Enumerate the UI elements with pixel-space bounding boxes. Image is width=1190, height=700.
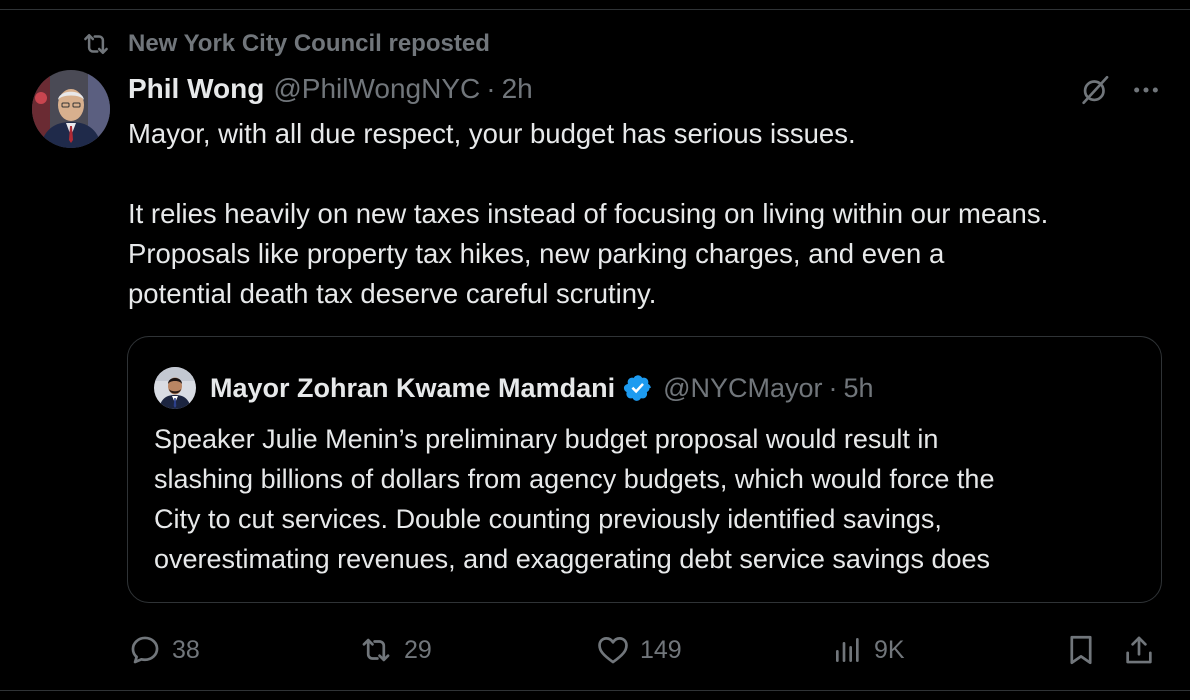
quoted-post-text: Speaker Julie Menin’s preliminary budget…: [154, 419, 1144, 579]
repost-context[interactable]: New York City Council reposted: [80, 28, 490, 60]
separator-dot: ·: [828, 372, 838, 403]
author-name[interactable]: Phil Wong: [128, 73, 264, 105]
views-icon: [832, 633, 864, 667]
reply-icon: [128, 633, 162, 667]
quoted-post-timestamp[interactable]: 5h: [844, 373, 874, 404]
top-divider: [0, 9, 1190, 10]
quoted-text-line: City to cut services. Double counting pr…: [154, 504, 942, 534]
quoted-text-line: slashing billions of dollars from agency…: [154, 464, 995, 494]
separator-dot: ·: [486, 73, 496, 104]
bookmark-button[interactable]: [1064, 628, 1098, 672]
quoted-author-name[interactable]: Mayor Zohran Kwame Mamdani: [210, 373, 615, 404]
more-icon[interactable]: [1130, 74, 1162, 106]
repost-icon: [80, 29, 112, 59]
post-text-line: Proposals like property tax hikes, new p…: [128, 238, 945, 269]
reply-button[interactable]: 38: [128, 628, 200, 672]
like-button[interactable]: 149: [596, 628, 682, 672]
repost-label: New York City Council reposted: [128, 30, 490, 57]
paragraph-break: [128, 154, 1168, 194]
like-icon: [596, 633, 630, 667]
share-button[interactable]: [1122, 628, 1156, 672]
quoted-post-card[interactable]: Mayor Zohran Kwame Mamdani @NYCMayor · 5…: [127, 336, 1162, 603]
repost-icon: [358, 633, 394, 667]
like-count: 149: [640, 635, 682, 664]
views-count: 9K: [874, 635, 905, 664]
author-avatar[interactable]: [32, 70, 110, 148]
reply-count: 38: [172, 635, 200, 664]
post-top-actions: [1078, 70, 1162, 110]
post-text-line: potential death tax deserve careful scru…: [128, 278, 657, 309]
grok-icon[interactable]: [1078, 73, 1112, 107]
views-button[interactable]: 9K: [832, 628, 905, 672]
bottom-divider: [0, 690, 1190, 691]
post-actions-bar: 38 29 149 9K: [128, 628, 1162, 672]
post-text-line: It relies heavily on new taxes instead o…: [128, 198, 1049, 229]
post-text-line: Mayor, with all due respect, your budget…: [128, 118, 856, 149]
quoted-author-avatar[interactable]: [154, 367, 196, 409]
post-text: Mayor, with all due respect, your budget…: [128, 114, 1168, 314]
quoted-text-line: Speaker Julie Menin’s preliminary budget…: [154, 424, 939, 454]
quoted-author-handle[interactable]: @NYCMayor: [663, 373, 822, 404]
author-handle[interactable]: @PhilWongNYC: [273, 73, 480, 105]
bookmark-icon: [1064, 632, 1098, 668]
verified-icon: [623, 373, 653, 403]
quoted-text-line: overestimating revenues, and exaggeratin…: [154, 544, 990, 574]
quoted-post-header: Mayor Zohran Kwame Mamdani @NYCMayor · 5…: [210, 368, 874, 408]
post-header: Phil Wong @PhilWongNYC · 2h: [128, 70, 533, 108]
share-icon: [1122, 632, 1156, 668]
repost-count: 29: [404, 635, 432, 664]
repost-button[interactable]: 29: [358, 628, 432, 672]
post-timestamp[interactable]: 2h: [502, 73, 533, 105]
